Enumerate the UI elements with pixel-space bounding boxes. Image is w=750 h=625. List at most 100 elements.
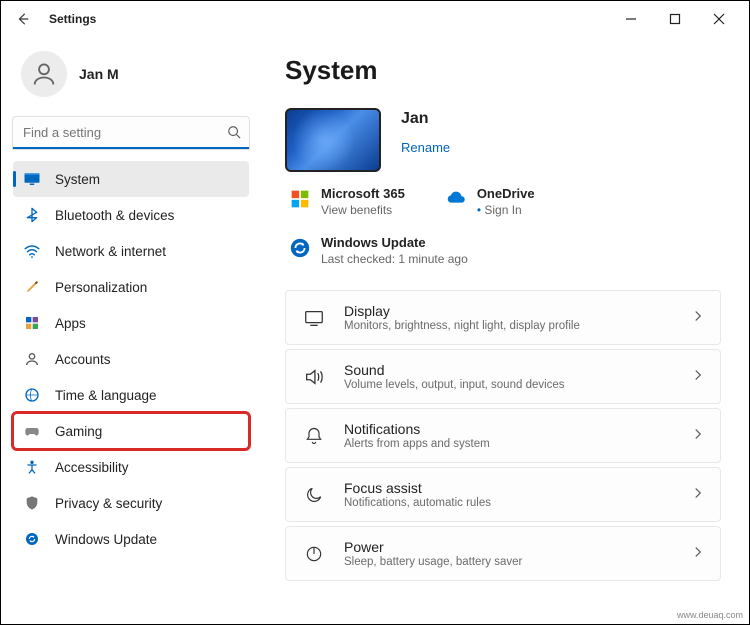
power-icon xyxy=(302,542,326,566)
sidebar-item-label: Privacy & security xyxy=(55,496,162,511)
back-arrow-icon xyxy=(16,12,30,26)
chevron-right-icon xyxy=(692,427,704,445)
bluetooth-icon xyxy=(23,206,41,224)
minimize-button[interactable] xyxy=(609,1,653,37)
device-name: Jan xyxy=(401,110,450,128)
sidebar-item-system[interactable]: System xyxy=(13,161,249,197)
window-controls xyxy=(609,1,741,37)
card-sub: Monitors, brightness, night light, displ… xyxy=(344,320,674,332)
onedrive-icon xyxy=(445,188,467,210)
page-title: System xyxy=(285,55,721,86)
winupdate-sub: Last checked: 1 minute ago xyxy=(321,252,468,266)
chevron-right-icon xyxy=(692,368,704,386)
card-display[interactable]: DisplayMonitors, brightness, night light… xyxy=(285,290,721,345)
sidebar-item-apps[interactable]: Apps xyxy=(13,305,249,341)
device-section: Jan Rename xyxy=(285,108,721,172)
rename-link[interactable]: Rename xyxy=(401,140,450,155)
wifi-icon xyxy=(23,242,41,260)
m365-title: Microsoft 365 xyxy=(321,186,405,201)
card-focus[interactable]: Focus assistNotifications, automatic rul… xyxy=(285,467,721,522)
search-icon xyxy=(227,125,241,139)
back-button[interactable] xyxy=(9,5,37,33)
chevron-right-icon xyxy=(692,486,704,504)
minimize-icon xyxy=(625,13,637,25)
card-title: Focus assist xyxy=(344,480,674,496)
paintbrush-icon xyxy=(23,278,41,296)
sidebar-item-label: Bluetooth & devices xyxy=(55,208,174,223)
sidebar-item-accounts[interactable]: Accounts xyxy=(13,341,249,377)
monitor-icon xyxy=(23,170,41,188)
sidebar-item-personalization[interactable]: Personalization xyxy=(13,269,249,305)
card-sound[interactable]: SoundVolume levels, output, input, sound… xyxy=(285,349,721,404)
device-thumbnail[interactable] xyxy=(285,108,381,172)
onedrive-item[interactable]: OneDrive • Sign In xyxy=(445,186,535,217)
microsoft-365-item[interactable]: Microsoft 365 View benefits xyxy=(289,186,405,217)
cloud-services-row: Microsoft 365 View benefits OneDrive • S… xyxy=(285,186,721,217)
sidebar-item-label: Apps xyxy=(55,316,86,331)
sidebar: Jan M System Bluetooth & devices Network… xyxy=(1,37,261,624)
update-icon xyxy=(23,530,41,548)
close-button[interactable] xyxy=(697,1,741,37)
sidebar-item-accessibility[interactable]: Accessibility xyxy=(13,449,249,485)
avatar xyxy=(21,51,67,97)
sidebar-item-bluetooth[interactable]: Bluetooth & devices xyxy=(13,197,249,233)
search-input[interactable] xyxy=(13,117,249,149)
person-icon xyxy=(30,60,58,88)
app-title: Settings xyxy=(49,12,96,26)
maximize-icon xyxy=(669,13,681,25)
sidebar-item-label: Accounts xyxy=(55,352,111,367)
card-power[interactable]: PowerSleep, battery usage, battery saver xyxy=(285,526,721,581)
sidebar-item-privacy[interactable]: Privacy & security xyxy=(13,485,249,521)
microsoft-365-icon xyxy=(289,188,311,210)
search-container xyxy=(13,117,249,149)
onedrive-bullet: • xyxy=(477,203,481,217)
sidebar-item-time[interactable]: Time & language xyxy=(13,377,249,413)
card-sub: Sleep, battery usage, battery saver xyxy=(344,556,674,568)
card-title: Sound xyxy=(344,362,674,378)
card-title: Display xyxy=(344,303,674,319)
card-sub: Volume levels, output, input, sound devi… xyxy=(344,379,674,391)
winupdate-title: Windows Update xyxy=(321,235,468,250)
moon-icon xyxy=(302,483,326,507)
bell-icon xyxy=(302,424,326,448)
close-icon xyxy=(713,13,725,25)
sidebar-item-label: Gaming xyxy=(55,424,102,439)
titlebar: Settings xyxy=(1,1,749,37)
maximize-button[interactable] xyxy=(653,1,697,37)
sidebar-item-label: Personalization xyxy=(55,280,147,295)
watermark: www.deuaq.com xyxy=(677,610,743,620)
display-icon xyxy=(302,306,326,330)
sidebar-item-network[interactable]: Network & internet xyxy=(13,233,249,269)
sidebar-item-label: System xyxy=(55,172,100,187)
globe-clock-icon xyxy=(23,386,41,404)
gamepad-icon xyxy=(23,422,41,440)
onedrive-signin: Sign In xyxy=(484,203,521,217)
sidebar-item-gaming[interactable]: Gaming xyxy=(13,413,249,449)
onedrive-title: OneDrive xyxy=(477,186,535,201)
card-sub: Alerts from apps and system xyxy=(344,438,674,450)
update-row: Windows Update Last checked: 1 minute ag… xyxy=(285,235,721,266)
accessibility-icon xyxy=(23,458,41,476)
apps-icon xyxy=(23,314,41,332)
accounts-icon xyxy=(23,350,41,368)
shield-icon xyxy=(23,494,41,512)
card-sub: Notifications, automatic rules xyxy=(344,497,674,509)
user-name: Jan M xyxy=(79,66,119,82)
windows-update-item[interactable]: Windows Update Last checked: 1 minute ag… xyxy=(289,235,468,266)
sound-icon xyxy=(302,365,326,389)
m365-sub: View benefits xyxy=(321,203,405,217)
sidebar-item-label: Windows Update xyxy=(55,532,157,547)
card-title: Power xyxy=(344,539,674,555)
user-profile[interactable]: Jan M xyxy=(13,37,249,117)
windows-update-icon xyxy=(289,237,311,259)
card-title: Notifications xyxy=(344,421,674,437)
chevron-right-icon xyxy=(692,309,704,327)
sidebar-item-label: Accessibility xyxy=(55,460,129,475)
main-content: System Jan Rename Microsoft 365 View ben… xyxy=(261,37,749,624)
card-notifications[interactable]: NotificationsAlerts from apps and system xyxy=(285,408,721,463)
sidebar-item-label: Time & language xyxy=(55,388,157,403)
chevron-right-icon xyxy=(692,545,704,563)
settings-cards: DisplayMonitors, brightness, night light… xyxy=(285,290,721,581)
sidebar-item-label: Network & internet xyxy=(55,244,166,259)
sidebar-item-update[interactable]: Windows Update xyxy=(13,521,249,557)
